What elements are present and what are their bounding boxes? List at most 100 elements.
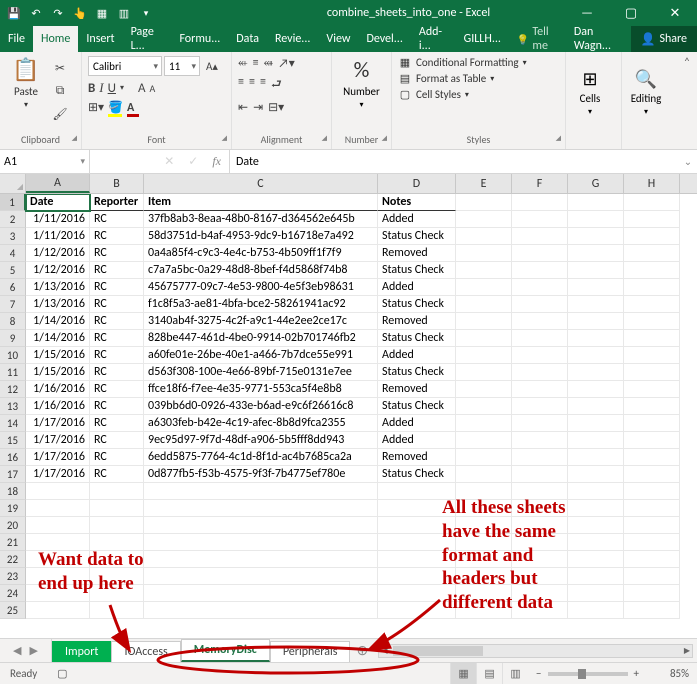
cell[interactable] — [512, 381, 568, 398]
close-button[interactable]: ✕ — [653, 0, 697, 26]
cell[interactable]: RC — [90, 330, 144, 347]
cell[interactable] — [456, 381, 512, 398]
cell[interactable]: a6303feb-b42e-4c19-afec-8b8d9fca2355 — [144, 415, 378, 432]
cell[interactable]: 1/16/2016 — [26, 398, 90, 415]
cell[interactable]: 828be447-461d-4be0-9914-02b701746fb2 — [144, 330, 378, 347]
cell[interactable] — [624, 398, 680, 415]
tab-formulas[interactable]: Formu... — [171, 26, 228, 52]
cell[interactable]: RC — [90, 262, 144, 279]
cell[interactable]: 1/11/2016 — [26, 211, 90, 228]
cancel-icon[interactable]: ✕ — [164, 154, 174, 169]
cell[interactable]: RC — [90, 228, 144, 245]
cell[interactable] — [456, 500, 512, 517]
cell[interactable]: Added — [378, 347, 456, 364]
cell[interactable]: RC — [90, 313, 144, 330]
cell[interactable] — [90, 568, 144, 585]
cell[interactable] — [568, 534, 624, 551]
cell[interactable]: RC — [90, 449, 144, 466]
row-header[interactable]: 19 — [0, 500, 26, 517]
sheet-tab-memorydisc[interactable]: MemoryDisc — [181, 639, 270, 662]
cell[interactable] — [144, 602, 378, 619]
cell[interactable] — [456, 364, 512, 381]
cell[interactable] — [512, 211, 568, 228]
cell[interactable]: RC — [90, 381, 144, 398]
cell[interactable]: Date — [26, 194, 90, 211]
fill-color-icon[interactable]: 🪣 — [108, 100, 123, 115]
cell[interactable] — [568, 449, 624, 466]
cut-icon[interactable]: ✂ — [50, 58, 70, 78]
sheet-tab-ioaccess[interactable]: IOAccess — [111, 641, 180, 662]
cell[interactable] — [456, 568, 512, 585]
enter-icon[interactable]: ✓ — [188, 154, 198, 169]
cell[interactable] — [512, 398, 568, 415]
cell[interactable] — [456, 194, 512, 211]
cell[interactable]: Added — [378, 211, 456, 228]
cell[interactable] — [568, 585, 624, 602]
cell[interactable] — [378, 551, 456, 568]
cell[interactable]: 0d877fb5-f53b-4575-9f3f-7b4775ef780e — [144, 466, 378, 483]
cell[interactable] — [568, 296, 624, 313]
cell[interactable] — [512, 551, 568, 568]
cell[interactable] — [456, 279, 512, 296]
cell[interactable] — [144, 585, 378, 602]
cell[interactable]: 1/15/2016 — [26, 364, 90, 381]
paste-button[interactable]: 📋 Paste ▾ — [6, 56, 46, 110]
page-layout-view-icon[interactable]: ▤ — [476, 663, 502, 684]
cell[interactable] — [568, 517, 624, 534]
align-bottom-icon[interactable]: ⬵ — [264, 56, 274, 71]
cell[interactable] — [26, 517, 90, 534]
cell[interactable] — [568, 415, 624, 432]
cell[interactable]: RC — [90, 432, 144, 449]
cell[interactable] — [144, 483, 378, 500]
cell[interactable] — [624, 313, 680, 330]
row-header[interactable]: 4 — [0, 245, 26, 262]
zoom-out-icon[interactable]: − — [536, 667, 541, 680]
cell[interactable] — [568, 211, 624, 228]
cell[interactable]: ffce18f6-f7ee-4e35-9771-553ca5f4e8b8 — [144, 381, 378, 398]
cell[interactable] — [512, 347, 568, 364]
cell[interactable]: d563f308-100e-4e66-89bf-715e0131e7ee — [144, 364, 378, 381]
cell[interactable] — [26, 500, 90, 517]
cell[interactable] — [512, 313, 568, 330]
row-header[interactable]: 6 — [0, 279, 26, 296]
cell[interactable] — [378, 585, 456, 602]
cell[interactable] — [568, 466, 624, 483]
cell[interactable] — [568, 330, 624, 347]
cell[interactable] — [512, 483, 568, 500]
italic-button[interactable]: I — [99, 80, 103, 96]
cell[interactable] — [378, 500, 456, 517]
row-header[interactable]: 22 — [0, 551, 26, 568]
cell[interactable] — [90, 585, 144, 602]
cell[interactable] — [90, 602, 144, 619]
cell[interactable] — [26, 568, 90, 585]
cell[interactable]: Reporter — [90, 194, 144, 211]
bold-button[interactable]: B — [88, 81, 95, 96]
cell[interactable]: 1/13/2016 — [26, 279, 90, 296]
cell[interactable] — [90, 534, 144, 551]
cell[interactable] — [456, 551, 512, 568]
tab-developer[interactable]: Devel... — [358, 26, 410, 52]
cell[interactable] — [624, 262, 680, 279]
wrap-text-icon[interactable]: ⮐ — [271, 75, 282, 96]
name-box[interactable]: A1 — [0, 150, 90, 173]
cell[interactable] — [624, 228, 680, 245]
select-all-corner[interactable] — [0, 174, 26, 193]
row-header[interactable]: 15 — [0, 432, 26, 449]
cell[interactable]: Removed — [378, 449, 456, 466]
editing-dropdown[interactable]: 🔍 Editing ▾ — [622, 52, 670, 133]
copy-icon[interactable]: ⧉ — [50, 81, 70, 101]
cell[interactable] — [26, 602, 90, 619]
cell[interactable] — [624, 381, 680, 398]
cell[interactable] — [624, 245, 680, 262]
col-header-C[interactable]: C — [144, 174, 378, 193]
cell[interactable]: 0a4a85f4-c9c3-4e4c-b753-4b509ff1f7f9 — [144, 245, 378, 262]
cell[interactable]: 1/17/2016 — [26, 415, 90, 432]
cell[interactable] — [512, 449, 568, 466]
account-user[interactable]: Dan Wagn... — [566, 26, 631, 52]
cell[interactable] — [144, 517, 378, 534]
cell[interactable] — [568, 364, 624, 381]
cell[interactable] — [568, 551, 624, 568]
cell[interactable] — [512, 364, 568, 381]
row-header[interactable]: 16 — [0, 449, 26, 466]
row-header[interactable]: 3 — [0, 228, 26, 245]
